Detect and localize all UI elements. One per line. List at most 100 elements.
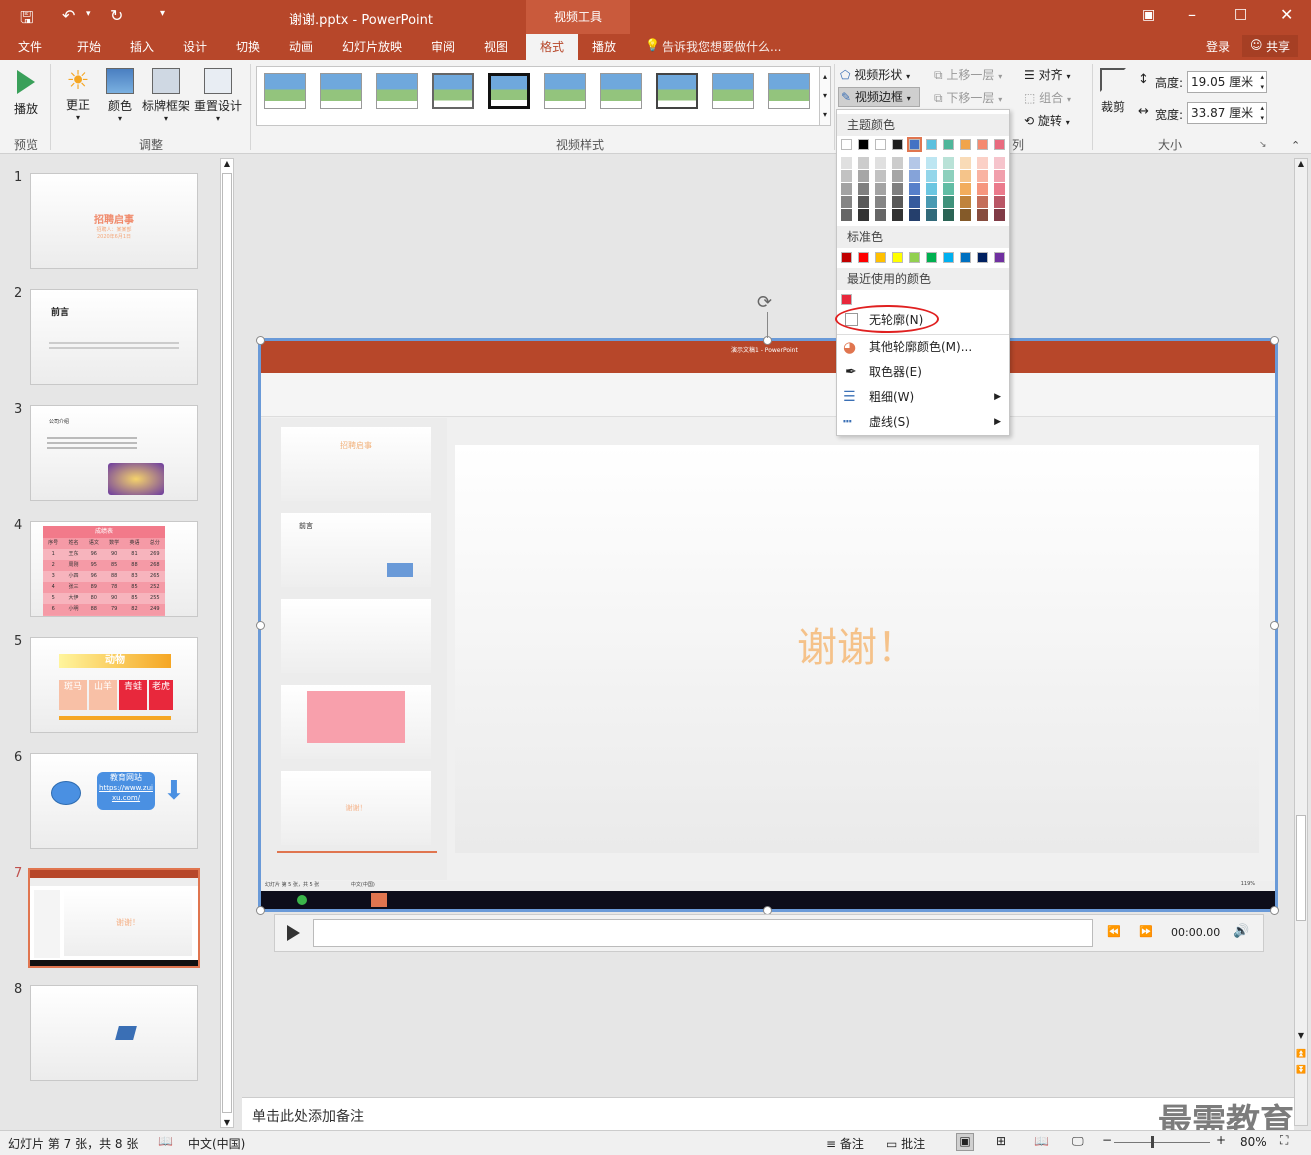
corrections-button[interactable]: ☀ 更正 ▾ (58, 66, 98, 122)
theme-color-shade-swatch[interactable] (909, 157, 920, 169)
undo-dropdown-icon[interactable]: ▾ (86, 9, 91, 19)
player-play-icon[interactable] (287, 925, 300, 941)
slide-thumbnail-2[interactable]: 前言 (30, 289, 198, 385)
standard-color-swatch[interactable] (841, 252, 852, 263)
theme-color-shade-swatch[interactable] (875, 196, 886, 208)
standard-color-swatch[interactable] (875, 252, 886, 263)
rotate-handle-icon[interactable]: ⟳ (757, 292, 772, 313)
standard-color-swatch[interactable] (909, 252, 920, 263)
theme-color-shade-swatch[interactable] (943, 209, 954, 221)
tab-format[interactable]: 格式 (526, 34, 578, 61)
standard-color-swatch[interactable] (926, 252, 937, 263)
theme-color-shade-swatch[interactable] (909, 170, 920, 182)
theme-color-swatch[interactable] (960, 139, 971, 150)
scroll-up-icon[interactable]: ▲ (1295, 159, 1307, 168)
zoom-in-icon[interactable]: + (1216, 1133, 1226, 1147)
slide-thumbnail-7-selected[interactable]: 谢谢！ (28, 868, 200, 968)
theme-color-swatch[interactable] (907, 137, 922, 152)
theme-color-swatch[interactable] (841, 139, 852, 150)
video-style-4[interactable] (432, 73, 474, 109)
scroll-up-icon[interactable]: ▲ (221, 159, 233, 168)
minimize-icon[interactable]: – (1188, 5, 1196, 24)
width-input[interactable]: 33.87 厘米 ▴ ▾ (1187, 102, 1267, 124)
language-indicator[interactable]: 中文(中国) (188, 1135, 245, 1152)
fit-to-window-icon[interactable]: ⛶ (1280, 1133, 1288, 1148)
theme-color-swatch[interactable] (926, 139, 937, 150)
theme-color-shade-swatch[interactable] (926, 170, 937, 182)
resize-handle[interactable] (256, 906, 265, 915)
play-button[interactable]: 播放 (10, 68, 42, 117)
theme-color-shade-swatch[interactable] (977, 170, 988, 182)
scroll-down-icon[interactable]: ▼ (1295, 1031, 1307, 1040)
zoom-slider[interactable] (1114, 1142, 1210, 1143)
theme-color-shade-swatch[interactable] (926, 183, 937, 195)
theme-color-shade-swatch[interactable] (841, 196, 852, 208)
send-backward-button[interactable]: ⧉ 下移一层 ▾ (934, 89, 1002, 106)
scroll-down-icon[interactable]: ▼ (221, 1118, 233, 1127)
theme-color-swatch[interactable] (994, 139, 1005, 150)
standard-color-swatch[interactable] (960, 252, 971, 263)
dashes-menu-item[interactable]: ┅ 虚线(S) ▶ (837, 410, 1009, 434)
theme-color-shade-swatch[interactable] (977, 209, 988, 221)
tab-view[interactable]: 视图 (484, 38, 508, 55)
video-style-3[interactable] (376, 73, 418, 109)
spelling-icon[interactable]: 📖 (158, 1134, 173, 1148)
zoom-level[interactable]: 80% (1240, 1135, 1267, 1149)
theme-color-shade-swatch[interactable] (875, 209, 886, 221)
theme-color-shade-swatch[interactable] (977, 157, 988, 169)
theme-color-swatch[interactable] (892, 139, 903, 150)
scroll-thumb[interactable] (222, 173, 232, 1113)
theme-color-shade-swatch[interactable] (960, 209, 971, 221)
zoom-out-icon[interactable]: − (1102, 1133, 1112, 1147)
video-style-10[interactable] (768, 73, 810, 109)
slide-thumbnail-5[interactable]: 动物 斑马 山羊 青蛙 老虎 (30, 637, 198, 733)
notes-pane[interactable]: 单击此处添加备注 (242, 1097, 1294, 1130)
standard-color-swatch[interactable] (892, 252, 903, 263)
height-input[interactable]: 19.05 厘米 ▴ ▾ (1187, 71, 1267, 93)
theme-color-shade-swatch[interactable] (960, 170, 971, 182)
video-style-8[interactable] (656, 73, 698, 109)
undo-icon[interactable]: ↶ (62, 6, 75, 25)
volume-icon[interactable]: 🔊 (1233, 924, 1249, 939)
comments-toggle[interactable]: ▭ 批注 (886, 1135, 925, 1152)
theme-color-shade-swatch[interactable] (977, 196, 988, 208)
more-outline-colors-menu-item[interactable]: ◕ 其他轮廓颜色(M)... (837, 335, 1009, 359)
video-style-6[interactable] (544, 73, 586, 109)
collapse-ribbon-icon[interactable]: ⌃ (1291, 139, 1300, 152)
bring-forward-button[interactable]: ⧉ 上移一层 ▾ (934, 66, 1002, 83)
theme-color-shade-swatch[interactable] (858, 196, 869, 208)
theme-color-shade-swatch[interactable] (875, 157, 886, 169)
video-shape-button[interactable]: ⬠ 视频形状 ▾ (840, 66, 910, 83)
rotate-button[interactable]: ⟲ 旋转 ▾ (1024, 112, 1070, 129)
theme-color-shade-swatch[interactable] (841, 170, 852, 182)
tab-transitions[interactable]: 切换 (236, 38, 260, 55)
recent-color-swatch[interactable] (841, 294, 852, 305)
theme-color-shade-swatch[interactable] (909, 196, 920, 208)
video-style-9[interactable] (712, 73, 754, 109)
slide-sorter-icon[interactable]: ⊞ (996, 1134, 1006, 1148)
theme-color-shade-swatch[interactable] (994, 183, 1005, 195)
theme-color-swatch[interactable] (875, 139, 886, 150)
previous-slide-icon[interactable]: ⏫ (1295, 1049, 1307, 1058)
resize-handle[interactable] (1270, 621, 1279, 630)
redo-icon[interactable]: ↻ (110, 6, 123, 25)
theme-color-shade-swatch[interactable] (994, 170, 1005, 182)
theme-color-shade-swatch[interactable] (960, 183, 971, 195)
theme-color-shade-swatch[interactable] (926, 157, 937, 169)
theme-color-shade-swatch[interactable] (943, 183, 954, 195)
theme-color-shade-swatch[interactable] (892, 209, 903, 221)
close-icon[interactable]: ✕ (1280, 5, 1293, 24)
theme-color-shade-swatch[interactable] (858, 209, 869, 221)
next-slide-icon[interactable]: ⏬ (1295, 1065, 1307, 1074)
slide-thumbnail-4[interactable]: 成绩表 序号 姓名 语文 数学 英语 总分 1 王东 96 90 81 269 2 周刚 95 85 88 268… (30, 521, 198, 617)
theme-color-shade-swatch[interactable] (875, 170, 886, 182)
resize-handle[interactable] (256, 621, 265, 630)
color-button[interactable]: 颜色 ▾ (102, 66, 138, 123)
resize-handle[interactable] (1270, 336, 1279, 345)
theme-color-shade-swatch[interactable] (892, 183, 903, 195)
theme-color-shade-swatch[interactable] (943, 157, 954, 169)
theme-color-shade-swatch[interactable] (909, 209, 920, 221)
slide-thumbnail-8[interactable] (30, 985, 198, 1081)
ribbon-display-options-icon[interactable]: ▣ (1142, 7, 1155, 23)
theme-color-shade-swatch[interactable] (892, 170, 903, 182)
